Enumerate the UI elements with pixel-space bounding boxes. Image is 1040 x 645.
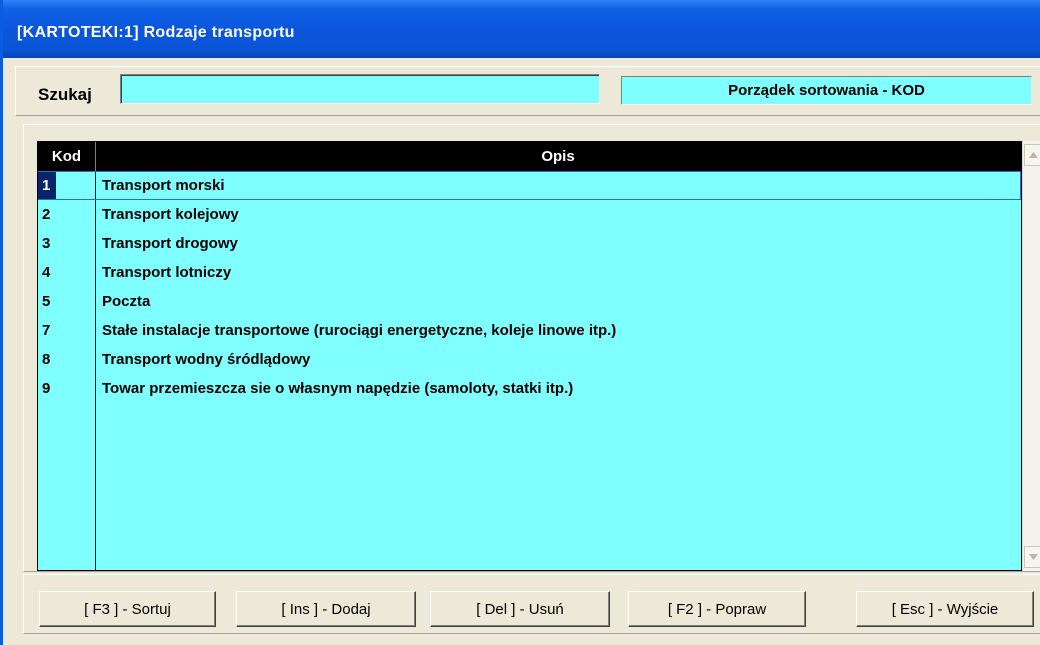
table-row[interactable]: 8 Transport wodny śródlądowy (38, 345, 1021, 374)
table-row[interactable]: 3 Transport drogowy (38, 229, 1021, 258)
scroll-down-button[interactable] (1024, 546, 1040, 568)
edit-button[interactable]: [ F2 ] - Popraw (628, 591, 806, 627)
cell-opis: Transport wodny śródlądowy (102, 351, 311, 368)
table-row[interactable]: 2 Transport kolejowy (38, 200, 1021, 229)
table-row[interactable]: 5 Poczta (38, 287, 1021, 316)
cell-opis: Transport drogowy (102, 235, 238, 252)
exit-button[interactable]: [ Esc ] - Wyjście (856, 591, 1034, 627)
cell-kod: 1 (38, 172, 56, 199)
delete-button[interactable]: [ Del ] - Usuń (430, 591, 610, 627)
search-input[interactable] (120, 74, 600, 104)
add-button[interactable]: [ Ins ] - Dodaj (236, 591, 416, 627)
search-panel: Szukaj Porządek sortowania - KOD (15, 66, 1040, 116)
cell-opis: Towar przemieszcza sie o własnym napędzi… (102, 380, 574, 397)
cell-kod: 8 (42, 351, 51, 368)
sort-order-indicator: Porządek sortowania - KOD (621, 76, 1032, 105)
table-header: Kod Opis (38, 142, 1021, 171)
table-row[interactable]: 1 Transport morski (38, 171, 1021, 200)
button-bar: [ F3 ] - Sortuj [ Ins ] - Dodaj [ Del ] … (23, 574, 1040, 634)
triangle-down-icon (1029, 554, 1038, 560)
sort-button[interactable]: [ F3 ] - Sortuj (39, 591, 216, 627)
list-panel: Kod Opis 1 Transport morski 2 Transport … (23, 124, 1040, 572)
transport-table[interactable]: Kod Opis 1 Transport morski 2 Transport … (37, 141, 1022, 571)
cell-opis: Transport morski (102, 177, 225, 194)
column-header-opis[interactable]: Opis (96, 142, 1020, 171)
cell-kod: 9 (42, 380, 51, 397)
search-label: Szukaj (38, 85, 92, 104)
cell-kod: 5 (42, 293, 51, 310)
scroll-up-button[interactable] (1024, 144, 1040, 166)
cell-opis: Stałe instalacje transportowe (rurociągi… (102, 322, 617, 339)
table-row[interactable]: 4 Transport lotniczy (38, 258, 1021, 287)
cell-opis: Poczta (102, 293, 151, 310)
cell-kod: 2 (42, 206, 51, 223)
cell-kod: 4 (42, 264, 51, 281)
column-header-kod[interactable]: Kod (38, 142, 96, 171)
title-bar: [KARTOTEKI:1] Rodzaje transportu (3, 0, 1040, 58)
vertical-scrollbar[interactable] (1022, 141, 1040, 571)
cell-opis: Transport lotniczy (102, 264, 232, 281)
cell-kod: 7 (42, 322, 51, 339)
app-window: [KARTOTEKI:1] Rodzaje transportu Szukaj … (0, 0, 1040, 645)
cell-kod: 3 (42, 235, 51, 252)
table-row[interactable]: 9 Towar przemieszcza sie o własnym napęd… (38, 374, 1021, 403)
cell-opis: Transport kolejowy (102, 206, 239, 223)
triangle-up-icon (1029, 152, 1038, 158)
table-row[interactable]: 7 Stałe instalacje transportowe (rurocią… (38, 316, 1021, 345)
window-title: [KARTOTEKI:1] Rodzaje transportu (17, 24, 295, 41)
